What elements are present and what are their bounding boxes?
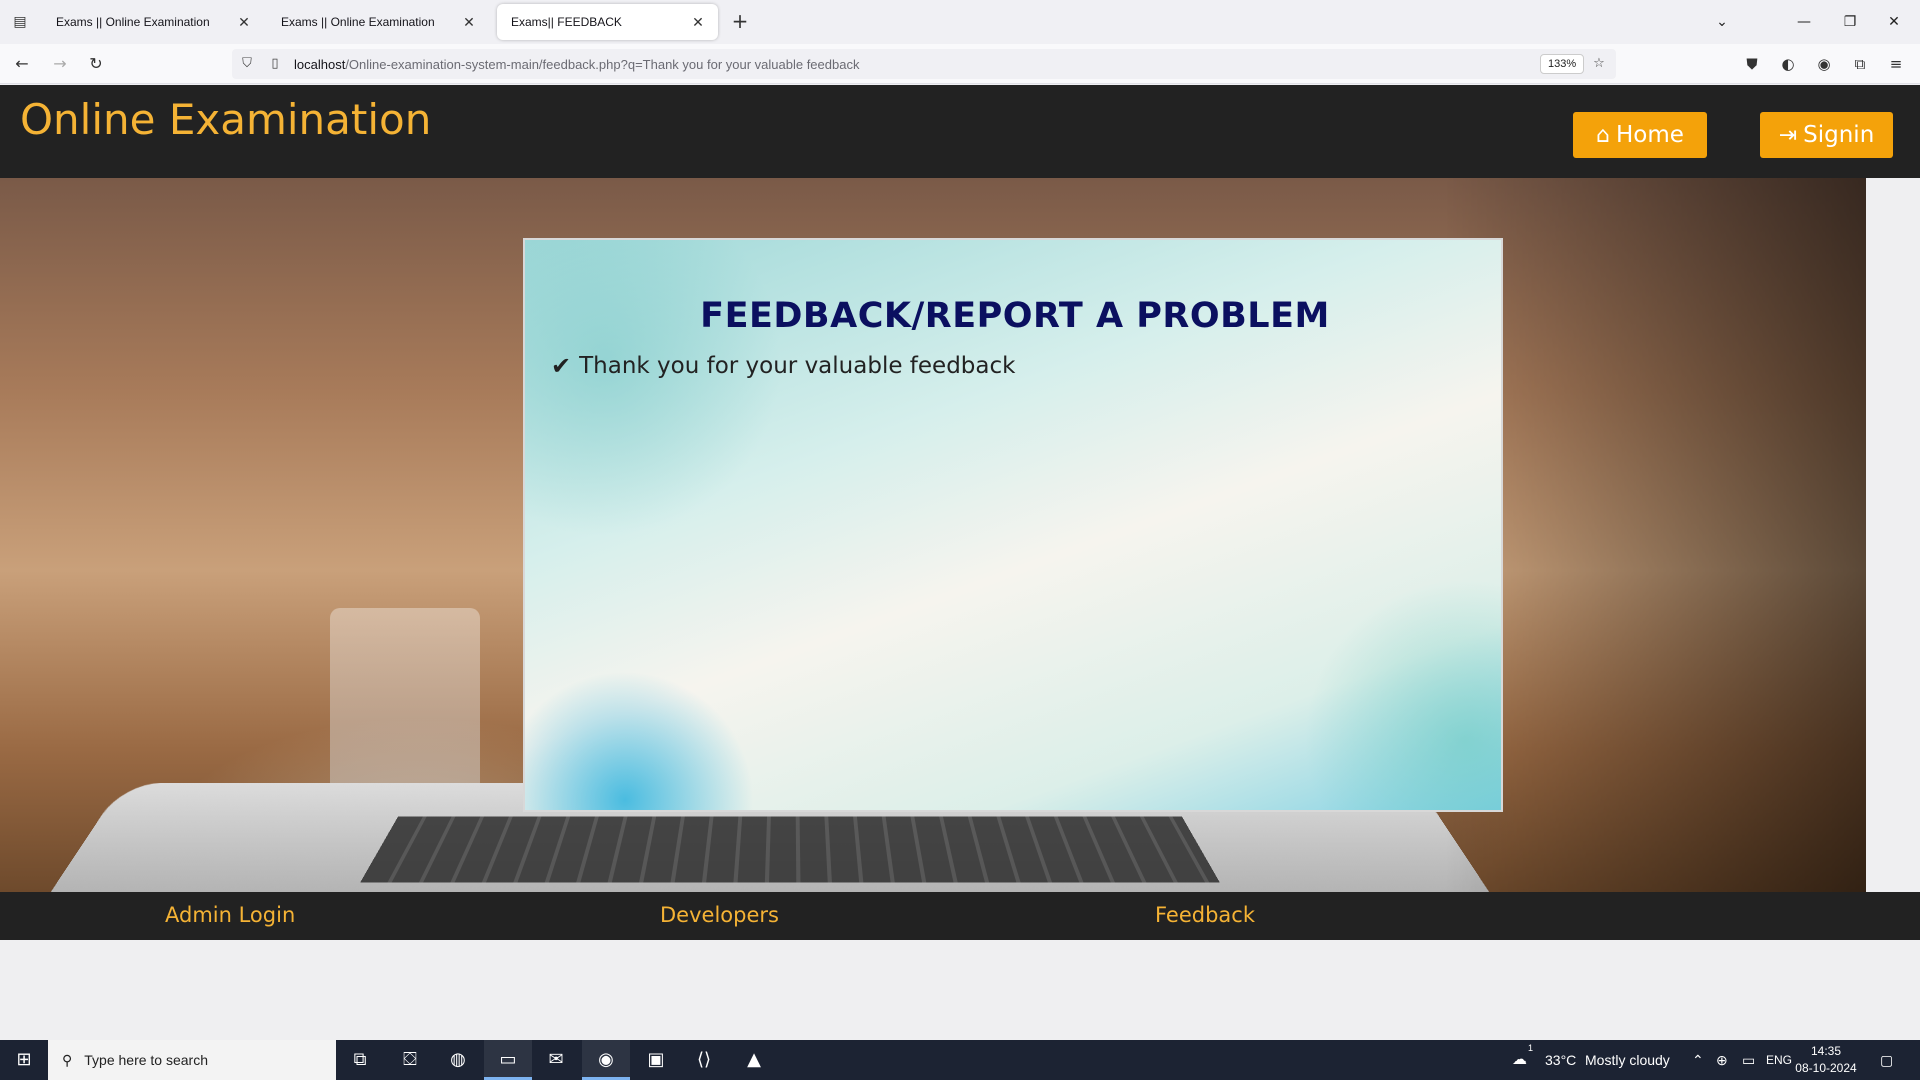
window-close-icon[interactable]: ✕ <box>1880 8 1908 36</box>
weather-badge: 1 <box>1528 1043 1534 1053</box>
browser-tab-1[interactable]: Exams || Online Examination ✕ <box>42 4 264 40</box>
notification-icon[interactable]: ▢ <box>1880 1040 1893 1080</box>
page-icon[interactable]: ▯ <box>266 55 284 73</box>
clock-date: 08-10-2024 <box>1795 1061 1857 1075</box>
url-bar[interactable]: ⛉ ▯ localhost/Online-examination-system-… <box>232 49 1616 79</box>
windows-start-icon[interactable]: ⊞ <box>0 1040 48 1080</box>
bookmark-star-icon[interactable]: ☆ <box>1590 55 1608 73</box>
zoom-level[interactable]: 133% <box>1540 54 1585 74</box>
browser-navbar: ← → ↻ ⛉ ▯ localhost/Online-examination-s… <box>0 44 1920 84</box>
browser-tab-3[interactable]: Exams|| FEEDBACK ✕ <box>497 4 718 40</box>
page-edge <box>1866 178 1920 892</box>
home-button[interactable]: ⌂ Home <box>1573 112 1707 158</box>
hero-shadow <box>1446 178 1866 892</box>
photos-icon[interactable]: ▲ <box>730 1040 778 1080</box>
taskbar-search[interactable]: ⚲ Type here to search <box>48 1040 336 1080</box>
reload-icon[interactable]: ↻ <box>84 52 108 76</box>
tray-chevron-icon[interactable]: ⌃ <box>1692 1040 1704 1080</box>
media-app-icon[interactable]: ▣ <box>632 1040 680 1080</box>
battery-icon[interactable]: ▭ <box>1742 1040 1755 1080</box>
feedback-panel: FEEDBACK/REPORT A PROBLEM ✔ Thank you fo… <box>523 238 1503 812</box>
feedback-heading: FEEDBACK/REPORT A PROBLEM <box>700 296 1330 336</box>
edge-icon[interactable]: ◍ <box>434 1040 482 1080</box>
chevron-down-icon[interactable]: ⌄ <box>1708 8 1736 36</box>
restore-icon[interactable]: ❐ <box>1836 8 1864 36</box>
weather-temp[interactable]: 33°C <box>1545 1040 1576 1080</box>
minimize-icon[interactable]: — <box>1790 8 1818 36</box>
back-icon[interactable]: ← <box>10 52 34 76</box>
tab-title: Exams || Online Examination <box>56 15 210 29</box>
home-icon: ⌂ <box>1596 122 1611 148</box>
firefox-icon[interactable]: ◉ <box>582 1040 630 1080</box>
feedback-message-text: Thank you for your valuable feedback <box>579 353 1016 379</box>
site-header: Online Examination ⌂ Home ⇥ Signin <box>0 85 1920 178</box>
clock-time: 14:35 <box>1810 1044 1842 1058</box>
footer-link-feedback[interactable]: Feedback <box>1155 903 1255 927</box>
home-label: Home <box>1616 122 1684 148</box>
vscode-icon[interactable]: ⟨⟩ <box>680 1040 728 1080</box>
close-icon[interactable]: ✕ <box>690 14 706 31</box>
url-text[interactable]: localhost/Online-examination-system-main… <box>294 57 859 72</box>
forward-icon[interactable]: → <box>48 52 72 76</box>
search-icon: ⚲ <box>62 1051 73 1068</box>
keyboard-image <box>360 816 1220 883</box>
windows-taskbar: ⊞ ⚲ Type here to search ⧉ ⛋ ◍ ▭ ✉ ◉ ▣ ⟨⟩… <box>0 1040 1920 1080</box>
site-footer: Admin Login Developers Feedback <box>0 892 1920 940</box>
footer-link-admin-login[interactable]: Admin Login <box>165 903 295 927</box>
weather-text[interactable]: Mostly cloudy <box>1585 1040 1670 1080</box>
weather-icon[interactable]: ☁ <box>1512 1040 1527 1080</box>
browser-tab-2[interactable]: Exams || Online Examination ✕ <box>267 4 489 40</box>
shield-icon[interactable]: ⛉ <box>238 55 256 73</box>
url-host: localhost <box>294 57 346 72</box>
network-icon[interactable]: ⊕ <box>1716 1040 1728 1080</box>
signin-icon: ⇥ <box>1778 122 1798 148</box>
task-view-icon[interactable]: ⧉ <box>336 1040 384 1080</box>
url-path: /Online-examination-system-main/feedback… <box>345 57 860 72</box>
menu-icon[interactable]: ≡ <box>1884 52 1908 76</box>
close-icon[interactable]: ✕ <box>461 14 477 31</box>
feedback-message: ✔ Thank you for your valuable feedback <box>551 352 1015 380</box>
tab-title: Exams|| FEEDBACK <box>511 15 622 29</box>
footer-link-developers[interactable]: Developers <box>660 903 779 927</box>
browser-tabstrip: ▤ Exams || Online Examination ✕ Exams ||… <box>0 0 1920 44</box>
check-icon: ✔ <box>551 352 572 380</box>
signin-label: Signin <box>1803 122 1875 148</box>
store-icon[interactable]: ⛋ <box>386 1040 434 1080</box>
extensions-icon[interactable]: ⧉ <box>1848 52 1872 76</box>
taskbar-clock[interactable]: 14:35 08-10-2024 <box>1786 1043 1866 1077</box>
pocket-icon[interactable]: ⛊ <box>1740 52 1764 76</box>
site-title: Online Examination <box>20 95 432 144</box>
search-placeholder: Type here to search <box>84 1052 209 1068</box>
web-page: Online Examination ⌂ Home ⇥ Signin FEEDB… <box>0 85 1920 1040</box>
tab-list-icon[interactable]: ▤ <box>8 10 32 34</box>
mail-icon[interactable]: ✉ <box>532 1040 580 1080</box>
new-tab-icon[interactable]: + <box>728 10 752 34</box>
close-icon[interactable]: ✕ <box>236 14 252 31</box>
account-icon[interactable]: ◉ <box>1812 52 1836 76</box>
file-explorer-icon[interactable]: ▭ <box>484 1040 532 1080</box>
vpn-icon[interactable]: ◐ <box>1776 52 1800 76</box>
tab-title: Exams || Online Examination <box>281 15 435 29</box>
signin-button[interactable]: ⇥ Signin <box>1760 112 1893 158</box>
